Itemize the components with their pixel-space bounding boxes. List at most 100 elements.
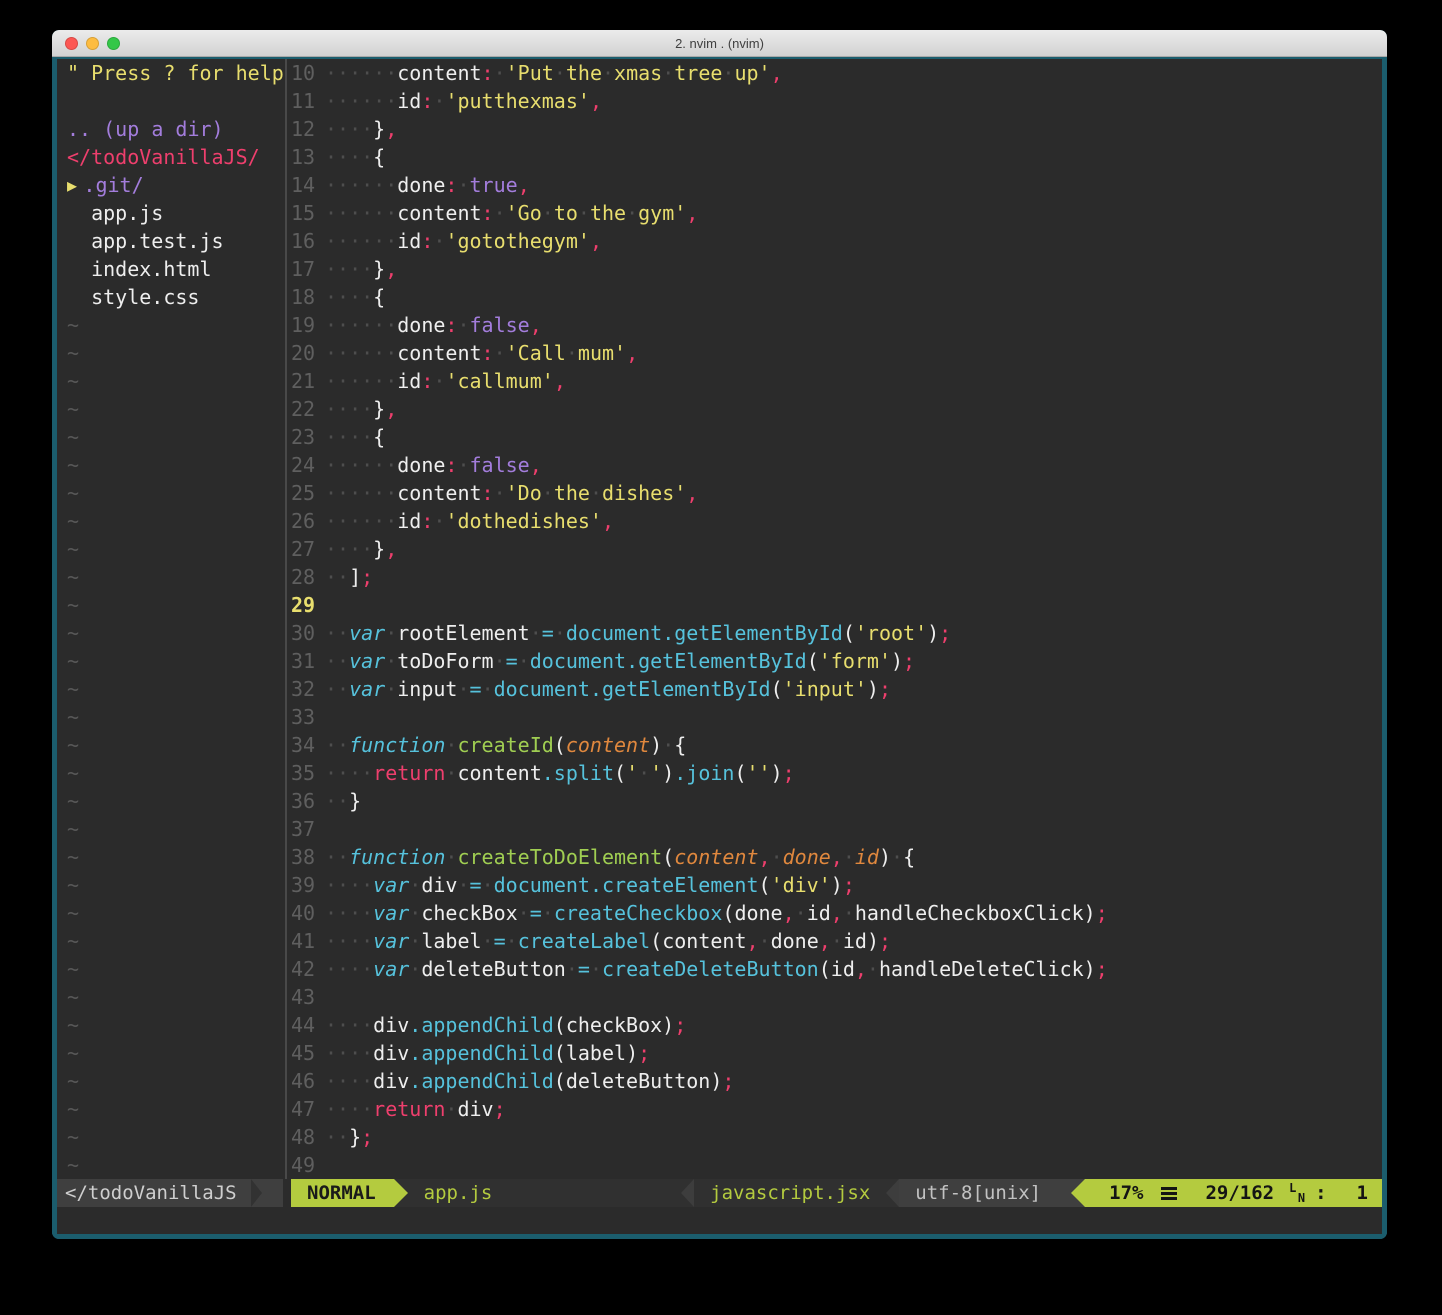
code-line-29[interactable]: 29 xyxy=(291,591,1382,619)
column-number: 1 xyxy=(1357,1179,1368,1207)
powerline-arrow-icon xyxy=(1071,1179,1085,1207)
code-line-23[interactable]: 23····{ xyxy=(291,423,1382,451)
line-number: 26 xyxy=(291,507,325,535)
line-number: 20 xyxy=(291,339,325,367)
code-line-31[interactable]: 31··var·toDoForm·=·document.getElementBy… xyxy=(291,647,1382,675)
code-line-20[interactable]: 20······content:·'Call·mum', xyxy=(291,339,1382,367)
code-line-18[interactable]: 18····{ xyxy=(291,283,1382,311)
code-line-27[interactable]: 27····}, xyxy=(291,535,1382,563)
line-number: 44 xyxy=(291,1011,325,1039)
code-line-45[interactable]: 45····div.appendChild(label); xyxy=(291,1039,1382,1067)
statusline: </todoVanillaJS NORMAL app.js javascript… xyxy=(57,1179,1382,1207)
command-line[interactable] xyxy=(57,1207,1382,1234)
traffic-lights xyxy=(65,30,120,56)
tilde-marker: ~ xyxy=(57,843,283,871)
code-line-15[interactable]: 15······content:·'Go·to·the·gym', xyxy=(291,199,1382,227)
code-line-32[interactable]: 32··var·input·=·document.getElementById(… xyxy=(291,675,1382,703)
line-count: 29/162 xyxy=(1205,1179,1274,1207)
line-number-icon: L N xyxy=(1288,1181,1305,1205)
screen: { "window": { "title": "2. nvim . (nvim)… xyxy=(0,0,1442,1315)
line-number: 28 xyxy=(291,563,325,591)
line-number: 49 xyxy=(291,1151,325,1179)
powerline-arrow-icon xyxy=(886,1179,899,1207)
tilde-marker: ~ xyxy=(57,1095,283,1123)
tilde-marker: ~ xyxy=(57,367,283,395)
zoom-button[interactable] xyxy=(107,37,120,50)
tree-item-stylecss[interactable]: style.css xyxy=(57,283,283,311)
titlebar[interactable]: 2. nvim . (nvim) xyxy=(52,30,1387,57)
line-number: 41 xyxy=(291,927,325,955)
code-line-16[interactable]: 16······id:·'gotothegym', xyxy=(291,227,1382,255)
tree-item-indexhtml[interactable]: index.html xyxy=(57,255,283,283)
line-number: 46 xyxy=(291,1067,325,1095)
code-line-47[interactable]: 47····return·div; xyxy=(291,1095,1382,1123)
tree-root[interactable]: </todoVanillaJS/ xyxy=(57,143,283,171)
tilde-marker: ~ xyxy=(57,451,283,479)
line-number: 47 xyxy=(291,1095,325,1123)
code-line-26[interactable]: 26······id:·'dothedishes', xyxy=(291,507,1382,535)
code-line-49[interactable]: 49 xyxy=(291,1151,1382,1179)
powerline-arrow-icon xyxy=(681,1179,694,1207)
nerdtree-sidebar[interactable]: " Press ? for help.. (up a dir)</todoVan… xyxy=(57,59,283,1179)
code-line-39[interactable]: 39····var·div·=·document.createElement('… xyxy=(291,871,1382,899)
code-line-38[interactable]: 38··function·createToDoElement(content,·… xyxy=(291,843,1382,871)
code-line-41[interactable]: 41····var·label·=·createLabel(content,·d… xyxy=(291,927,1382,955)
tree-status-path: </todoVanillaJS xyxy=(65,1179,237,1207)
code-line-12[interactable]: 12····}, xyxy=(291,115,1382,143)
close-button[interactable] xyxy=(65,37,78,50)
code-line-11[interactable]: 11······id:·'putthexmas', xyxy=(291,87,1382,115)
tilde-marker: ~ xyxy=(57,1039,283,1067)
code-line-14[interactable]: 14······done:·true, xyxy=(291,171,1382,199)
code-line-36[interactable]: 36··} xyxy=(291,787,1382,815)
line-number: 23 xyxy=(291,423,325,451)
code-line-17[interactable]: 17····}, xyxy=(291,255,1382,283)
code-line-35[interactable]: 35····return·content.split('·').join('')… xyxy=(291,759,1382,787)
code-line-22[interactable]: 22····}, xyxy=(291,395,1382,423)
line-number: 48 xyxy=(291,1123,325,1151)
code-line-34[interactable]: 34··function·createId(content)·{ xyxy=(291,731,1382,759)
code-line-40[interactable]: 40····var·checkBox·=·createCheckbox(done… xyxy=(291,899,1382,927)
code-line-33[interactable]: 33 xyxy=(291,703,1382,731)
code-line-13[interactable]: 13····{ xyxy=(291,143,1382,171)
window-separator[interactable] xyxy=(283,59,291,1179)
tilde-marker: ~ xyxy=(57,535,283,563)
tree-item-appjs[interactable]: app.js xyxy=(57,199,283,227)
tilde-marker: ~ xyxy=(57,899,283,927)
statusline-tree-segment: </todoVanillaJS xyxy=(57,1179,283,1207)
tilde-marker: ~ xyxy=(57,311,283,339)
code-line-19[interactable]: 19······done:·false, xyxy=(291,311,1382,339)
statusline-main-segment: NORMAL app.js javascript.jsx utf-8[unix]… xyxy=(291,1179,1382,1207)
line-number: 30 xyxy=(291,619,325,647)
code-line-21[interactable]: 21······id:·'callmum', xyxy=(291,367,1382,395)
code-line-28[interactable]: 28··]; xyxy=(291,563,1382,591)
line-number: 24 xyxy=(291,451,325,479)
tree-item-apptestjs[interactable]: app.test.js xyxy=(57,227,283,255)
code-line-30[interactable]: 30··var·rootElement·=·document.getElemen… xyxy=(291,619,1382,647)
code-line-43[interactable]: 43 xyxy=(291,983,1382,1011)
code-line-44[interactable]: 44····div.appendChild(checkBox); xyxy=(291,1011,1382,1039)
code-line-37[interactable]: 37 xyxy=(291,815,1382,843)
code-line-25[interactable]: 25······content:·'Do·the·dishes', xyxy=(291,479,1382,507)
code-buffer[interactable]: 10······content:·'Put·the·xmas·tree·up',… xyxy=(291,59,1382,1179)
tree-item-git[interactable]: ▸ .git/ xyxy=(57,171,283,199)
line-number: 42 xyxy=(291,955,325,983)
tilde-marker: ~ xyxy=(57,983,283,1011)
tilde-marker: ~ xyxy=(57,507,283,535)
mode-indicator: NORMAL xyxy=(291,1179,394,1207)
code-line-10[interactable]: 10······content:·'Put·the·xmas·tree·up', xyxy=(291,59,1382,87)
tilde-marker: ~ xyxy=(57,591,283,619)
filetype-label: javascript.jsx xyxy=(694,1179,886,1207)
code-line-24[interactable]: 24······done:·false, xyxy=(291,451,1382,479)
line-number: 45 xyxy=(291,1039,325,1067)
minimize-button[interactable] xyxy=(86,37,99,50)
code-line-42[interactable]: 42····var·deleteButton·=·createDeleteBut… xyxy=(291,955,1382,983)
tree-item-updir[interactable]: .. (up a dir) xyxy=(57,115,283,143)
tilde-marker: ~ xyxy=(57,619,283,647)
line-number: 19 xyxy=(291,311,325,339)
tilde-marker: ~ xyxy=(57,927,283,955)
tilde-marker: ~ xyxy=(57,563,283,591)
tree-blank xyxy=(57,87,283,115)
filename-label: app.js xyxy=(408,1179,493,1207)
code-line-46[interactable]: 46····div.appendChild(deleteButton); xyxy=(291,1067,1382,1095)
code-line-48[interactable]: 48··}; xyxy=(291,1123,1382,1151)
